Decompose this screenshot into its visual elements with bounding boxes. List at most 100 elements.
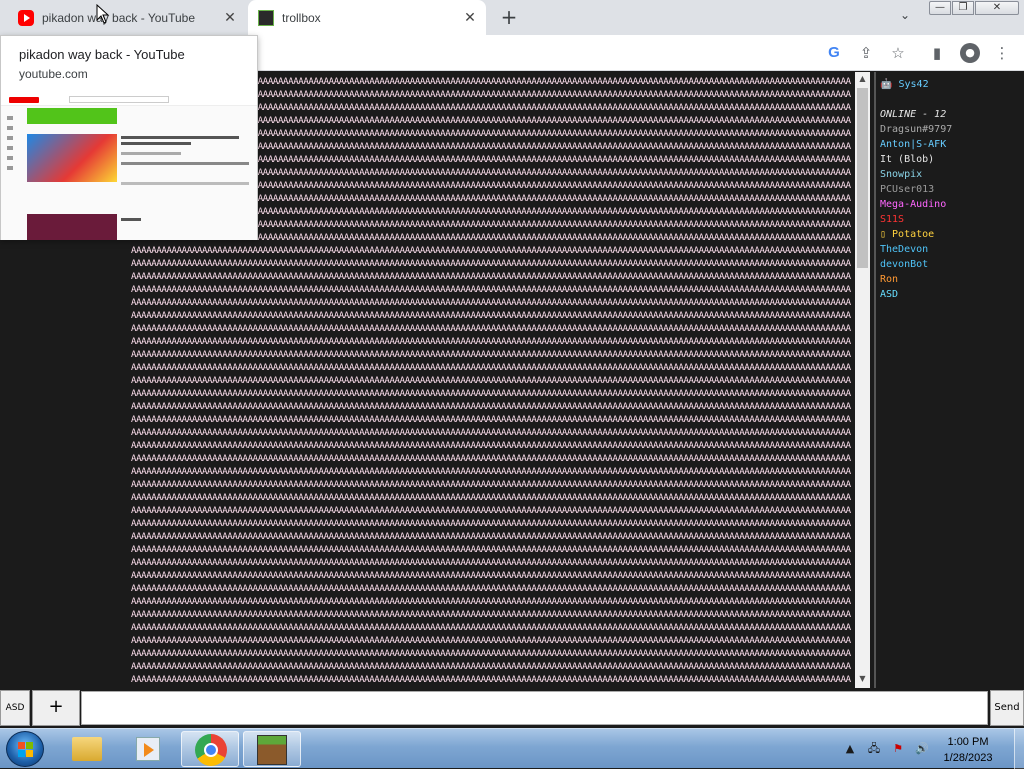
show-desktop-button[interactable] bbox=[1014, 729, 1024, 769]
taskbar-chrome[interactable] bbox=[181, 731, 239, 767]
chat-message: AAAAAAAAAAAAAAAAAAAAAAAAAAAAAAAAAAAAAAAA… bbox=[131, 298, 851, 308]
preview-text-line bbox=[121, 136, 239, 139]
chat-message: AAAAAAAAAAAAAAAAAAAAAAAAAAAAAAAAAAAAAAAA… bbox=[131, 623, 851, 633]
chat-scrollbar[interactable]: ▲ ▼ bbox=[855, 72, 870, 688]
robot-icon: 🤖 bbox=[880, 79, 893, 90]
user-list-item[interactable]: Ron bbox=[880, 274, 898, 285]
user-list-item[interactable]: Dragsun#9797 bbox=[880, 124, 952, 135]
maximize-button[interactable]: ❐ bbox=[952, 1, 974, 15]
chat-message: AAAAAAAAAAAAAAAAAAAAAAAAAAAAAAAAAAAAAAAA… bbox=[131, 441, 851, 451]
side-panel-icon[interactable]: ▮ bbox=[927, 43, 947, 63]
chat-message: AAAAAAAAAAAAAAAAAAAAAAAAAAAAAAAAAAAAAAAA… bbox=[131, 519, 851, 529]
tab-trollbox[interactable]: trollbox ✕ bbox=[248, 0, 486, 35]
minimize-button[interactable]: — bbox=[929, 1, 951, 15]
chat-message: AAAAAAAAAAAAAAAAAAAAAAAAAAAAAAAAAAAAAAAA… bbox=[131, 272, 851, 282]
tab-close-icon[interactable]: ✕ bbox=[460, 8, 480, 28]
preview-thumbnail bbox=[27, 134, 117, 182]
chat-message: AAAAAAAAAAAAAAAAAAAAAAAAAAAAAAAAAAAAAAAA… bbox=[131, 584, 851, 594]
show-hidden-icons-arrow[interactable]: ▲ bbox=[842, 741, 858, 757]
chat-message: AAAAAAAAAAAAAAAAAAAAAAAAAAAAAAAAAAAAAAAA… bbox=[131, 649, 851, 659]
chat-message: AAAAAAAAAAAAAAAAAAAAAAAAAAAAAAAAAAAAAAAA… bbox=[131, 350, 851, 360]
chat-message: AAAAAAAAAAAAAAAAAAAAAAAAAAAAAAAAAAAAAAAA… bbox=[131, 532, 851, 542]
tab-hover-card: pikadon way back - YouTube youtube.com bbox=[0, 35, 258, 240]
taskbar-media-player[interactable] bbox=[119, 731, 177, 767]
chat-message: AAAAAAAAAAAAAAAAAAAAAAAAAAAAAAAAAAAAAAAA… bbox=[131, 597, 851, 607]
user-list-item[interactable]: TheDevon bbox=[880, 244, 928, 255]
chat-message: AAAAAAAAAAAAAAAAAAAAAAAAAAAAAAAAAAAAAAAA… bbox=[131, 636, 851, 646]
tab-youtube[interactable]: pikadon way back - YouTube ✕ bbox=[8, 0, 246, 35]
preview-search-box bbox=[69, 96, 169, 103]
bookmark-star-icon[interactable]: ☆ bbox=[888, 43, 908, 63]
user-list-header: 🤖 Sys42 bbox=[880, 79, 929, 90]
scroll-thumb[interactable] bbox=[857, 88, 868, 268]
hover-card-preview bbox=[1, 94, 257, 240]
preview-sidebar bbox=[5, 110, 15, 200]
chat-message: AAAAAAAAAAAAAAAAAAAAAAAAAAAAAAAAAAAAAAAA… bbox=[131, 454, 851, 464]
preview-text-line bbox=[121, 162, 249, 165]
share-icon[interactable]: ⇪ bbox=[856, 43, 876, 63]
chat-message: AAAAAAAAAAAAAAAAAAAAAAAAAAAAAAAAAAAAAAAA… bbox=[131, 389, 851, 399]
user-list-item[interactable]: ASD bbox=[880, 289, 898, 300]
hover-card-title: pikadon way back - YouTube bbox=[19, 47, 185, 62]
chat-message: AAAAAAAAAAAAAAAAAAAAAAAAAAAAAAAAAAAAAAAA… bbox=[131, 324, 851, 334]
chat-message: AAAAAAAAAAAAAAAAAAAAAAAAAAAAAAAAAAAAAAAA… bbox=[131, 363, 851, 373]
windows-taskbar: ▲ 🖧 ⚑ 🔊 1:00 PM 1/28/2023 bbox=[0, 728, 1024, 769]
user-list-item[interactable]: It (Blob) bbox=[880, 154, 934, 165]
chat-message: AAAAAAAAAAAAAAAAAAAAAAAAAAAAAAAAAAAAAAAA… bbox=[131, 376, 851, 386]
nickname-button[interactable]: ASD bbox=[0, 690, 30, 726]
start-button[interactable] bbox=[6, 731, 44, 767]
scroll-down-icon[interactable]: ▼ bbox=[855, 672, 870, 686]
action-center-flag-icon[interactable]: ⚑ bbox=[890, 741, 906, 757]
user-list-item[interactable]: Mega-Audino bbox=[880, 199, 946, 210]
user-list-item[interactable]: ▯ Potatoe bbox=[880, 229, 934, 240]
user-list-item[interactable]: Anton|S-AFK bbox=[880, 139, 946, 150]
chat-message: AAAAAAAAAAAAAAAAAAAAAAAAAAAAAAAAAAAAAAAA… bbox=[131, 545, 851, 555]
preview-header bbox=[1, 94, 257, 106]
taskbar-minecraft[interactable] bbox=[243, 731, 301, 767]
clock-time: 1:00 PM bbox=[947, 736, 989, 748]
chat-input-bar: ASD + Send bbox=[0, 688, 1024, 728]
windows-explorer-icon bbox=[72, 737, 102, 761]
hover-card-domain: youtube.com bbox=[19, 67, 88, 81]
preview-text-line bbox=[121, 142, 191, 145]
chat-message: AAAAAAAAAAAAAAAAAAAAAAAAAAAAAAAAAAAAAAAA… bbox=[131, 571, 851, 581]
taskbar-clock[interactable]: 1:00 PM 1/28/2023 bbox=[928, 734, 1008, 766]
profile-icon[interactable]: ● bbox=[960, 43, 980, 63]
preview-text-line bbox=[121, 152, 181, 155]
preview-thumbnail bbox=[27, 108, 117, 124]
message-input[interactable] bbox=[81, 691, 988, 725]
chat-message: AAAAAAAAAAAAAAAAAAAAAAAAAAAAAAAAAAAAAAAA… bbox=[131, 675, 851, 685]
attach-plus-button[interactable]: + bbox=[32, 690, 80, 726]
clock-date: 1/28/2023 bbox=[943, 752, 993, 764]
send-button[interactable]: Send bbox=[990, 690, 1024, 726]
media-player-icon bbox=[136, 737, 160, 761]
windows-logo-icon bbox=[18, 742, 34, 758]
menu-icon[interactable]: ⋮ bbox=[992, 43, 1012, 63]
new-tab-button[interactable]: + bbox=[498, 7, 520, 29]
tab-title: trollbox bbox=[282, 10, 321, 25]
window-close-button[interactable]: ✕ bbox=[975, 1, 1019, 15]
scroll-up-icon[interactable]: ▲ bbox=[855, 72, 870, 86]
chat-message: AAAAAAAAAAAAAAAAAAAAAAAAAAAAAAAAAAAAAAAA… bbox=[131, 480, 851, 490]
chat-message: AAAAAAAAAAAAAAAAAAAAAAAAAAAAAAAAAAAAAAAA… bbox=[131, 506, 851, 516]
chat-message: AAAAAAAAAAAAAAAAAAAAAAAAAAAAAAAAAAAAAAAA… bbox=[131, 558, 851, 568]
taskbar-explorer[interactable] bbox=[58, 731, 116, 767]
chat-message: AAAAAAAAAAAAAAAAAAAAAAAAAAAAAAAAAAAAAAAA… bbox=[131, 467, 851, 477]
user-list-item[interactable]: S11S bbox=[880, 214, 904, 225]
chat-message: AAAAAAAAAAAAAAAAAAAAAAAAAAAAAAAAAAAAAAAA… bbox=[131, 402, 851, 412]
tab-title: pikadon way back - YouTube bbox=[42, 10, 195, 25]
tab-search-icon[interactable]: ⌄ bbox=[896, 8, 914, 26]
chrome-icon bbox=[195, 734, 227, 766]
tab-close-icon[interactable]: ✕ bbox=[220, 8, 240, 28]
chat-message: AAAAAAAAAAAAAAAAAAAAAAAAAAAAAAAAAAAAAAAA… bbox=[131, 246, 851, 256]
youtube-icon bbox=[18, 9, 34, 26]
google-lens-icon[interactable]: G bbox=[824, 43, 844, 63]
online-count: ONLINE - 12 bbox=[880, 109, 947, 120]
network-icon[interactable]: 🖧 bbox=[866, 741, 882, 757]
user-list-item[interactable]: devonBot bbox=[880, 259, 928, 270]
chat-message: AAAAAAAAAAAAAAAAAAAAAAAAAAAAAAAAAAAAAAAA… bbox=[131, 415, 851, 425]
chat-message: AAAAAAAAAAAAAAAAAAAAAAAAAAAAAAAAAAAAAAAA… bbox=[131, 493, 851, 503]
minecraft-icon bbox=[257, 735, 287, 765]
user-list-item[interactable]: PCUser013 bbox=[880, 184, 934, 195]
user-list-item[interactable]: Snowpix bbox=[880, 169, 922, 180]
